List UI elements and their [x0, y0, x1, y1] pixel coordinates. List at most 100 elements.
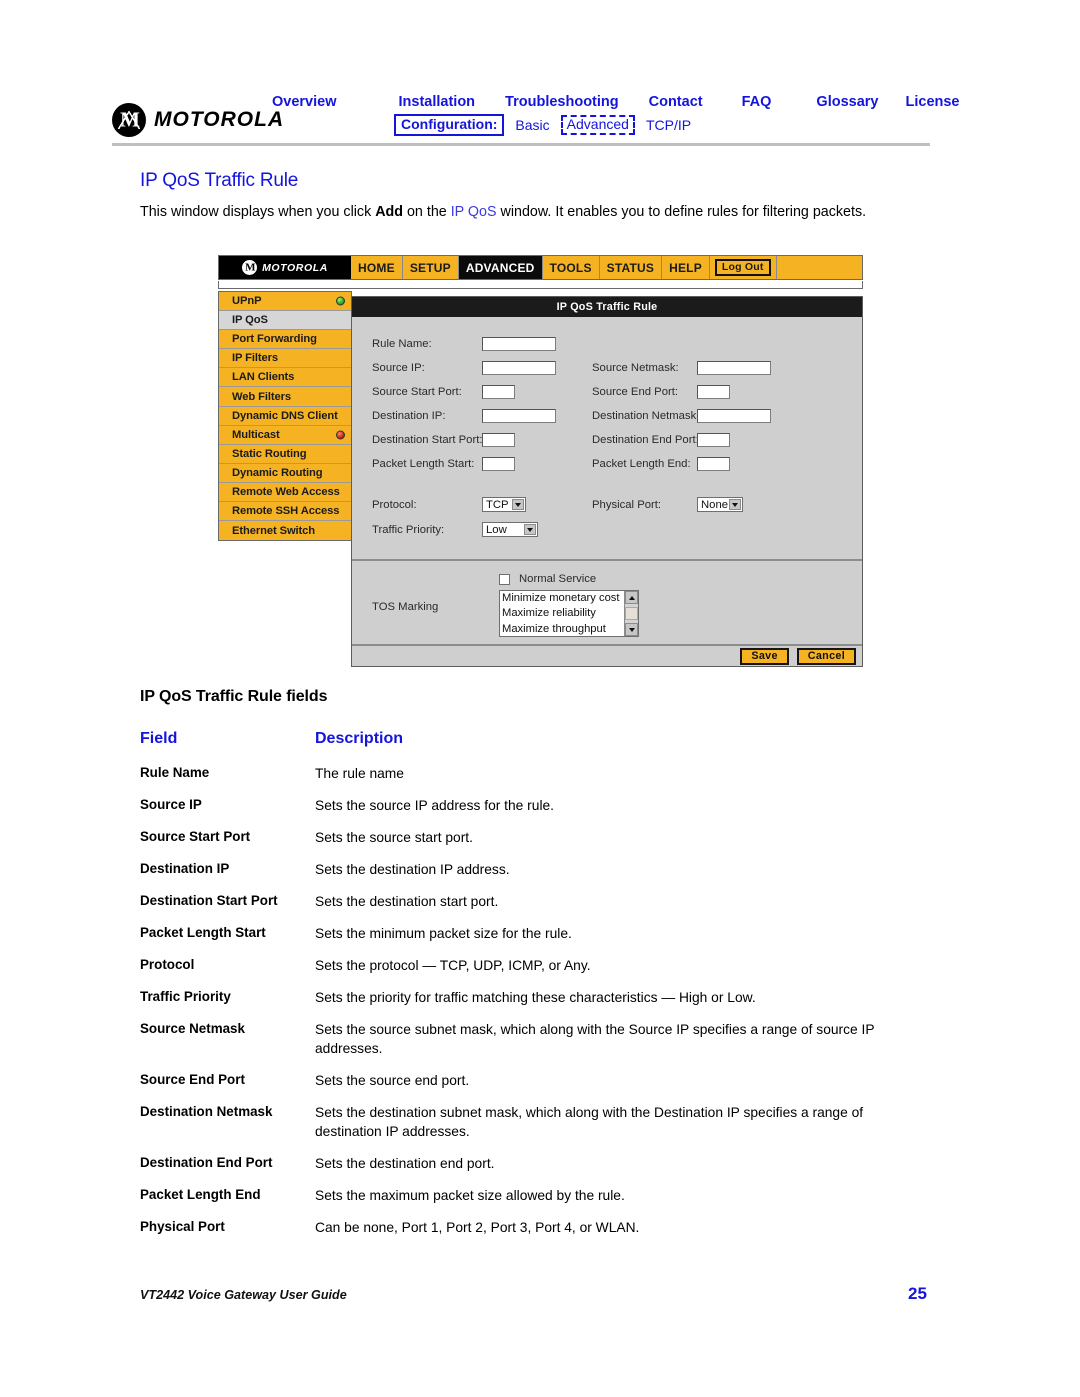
chevron-down-icon[interactable]: [524, 524, 536, 535]
table-cell-description: Sets the source start port.: [315, 830, 473, 845]
field-packet-length-end: Packet Length End:: [592, 457, 730, 471]
list-item[interactable]: Maximize reliability: [500, 606, 638, 621]
nav-item-installation[interactable]: Installation: [399, 94, 476, 110]
field-label: Destination IP:: [372, 410, 446, 422]
table-cell-field: Source Start Port: [140, 829, 251, 844]
router-top-bar: M MOTOROLA HOME SETUP ADVANCED TOOLS STATUS H…: [218, 255, 863, 280]
sidebar-item-ip-filters[interactable]: IP Filters: [219, 349, 351, 369]
sidebar-item-label: Dynamic Routing: [232, 466, 323, 479]
nav-item-basic[interactable]: Basic: [515, 117, 549, 133]
chevron-down-icon[interactable]: [729, 499, 741, 510]
sidebar-item-web-filters[interactable]: Web Filters: [219, 387, 351, 407]
list-item[interactable]: Minimize monetary cost: [500, 591, 638, 606]
motorola-logo: M MOTOROLA: [112, 103, 284, 137]
table-row: Source Start Port Sets the source start p…: [140, 828, 930, 847]
nav-item-faq[interactable]: FAQ: [742, 94, 772, 110]
sidebar-item-dynamic-dns-client[interactable]: Dynamic DNS Client: [219, 407, 351, 426]
protocol-value: TCP: [486, 498, 509, 511]
destination-ip-input[interactable]: [482, 409, 556, 423]
nav-configuration-label[interactable]: Configuration:: [394, 114, 505, 137]
table-cell-description: Sets the priority for traffic matching t…: [315, 990, 756, 1005]
router-menu-tools[interactable]: TOOLS: [543, 256, 600, 279]
tos-options-listbox[interactable]: Minimize monetary cost Maximize reliabil…: [499, 590, 639, 637]
logout-button[interactable]: Log Out: [714, 259, 771, 276]
physical-port-value: None: [701, 498, 729, 511]
nav-item-contact[interactable]: Contact: [649, 94, 703, 110]
nav-item-tcpip[interactable]: TCP/IP: [646, 117, 691, 133]
router-menu-status[interactable]: STATUS: [600, 256, 663, 279]
footer-document-title: VT2442 Voice Gateway User Guide: [140, 1288, 347, 1302]
document-header: M MOTOROLA Overview Installation Troublesh…: [0, 0, 1080, 150]
nav-item-advanced[interactable]: Advanced: [560, 115, 635, 136]
router-brand: M MOTOROLA: [219, 256, 351, 279]
router-menu-help[interactable]: HELP: [662, 256, 710, 279]
protocol-select[interactable]: TCP: [482, 497, 526, 512]
rule-name-input[interactable]: [482, 337, 556, 351]
listbox-scrollbar[interactable]: [624, 591, 638, 636]
table-header-row: Field Description: [140, 730, 930, 748]
intro-link-ipqos[interactable]: IP QoS: [451, 204, 497, 220]
field-source-start-port: Source Start Port:: [372, 385, 515, 399]
table-cell-field: Source IP: [140, 797, 202, 812]
status-led-red-icon: [336, 430, 345, 440]
sidebar-item-remote-web-access[interactable]: Remote Web Access: [219, 483, 351, 503]
sidebar-item-ip-qos[interactable]: IP QoS: [219, 311, 351, 331]
destination-start-port-input[interactable]: [482, 433, 515, 447]
nav-item-license[interactable]: License: [906, 94, 960, 110]
intro-text-2: on the: [403, 204, 451, 220]
destination-end-port-input[interactable]: [697, 433, 730, 447]
table-cell-description: The rule name: [315, 766, 404, 781]
field-label: Traffic Priority:: [372, 523, 445, 536]
sidebar-item-upnp[interactable]: UPnP: [219, 292, 351, 312]
sidebar-item-label: Remote Web Access: [232, 485, 340, 498]
chevron-down-icon[interactable]: [512, 499, 524, 510]
field-label: Source End Port:: [592, 386, 679, 398]
source-netmask-input[interactable]: [697, 361, 771, 375]
source-start-port-input[interactable]: [482, 385, 515, 399]
column-header-description: Description: [315, 730, 404, 747]
nav-item-overview[interactable]: Overview: [272, 94, 337, 110]
table-cell-field: Destination Netmask: [140, 1104, 273, 1119]
traffic-priority-select[interactable]: Low: [482, 522, 538, 537]
table-row: Protocol Sets the protocol — TCP, UDP, IC…: [140, 956, 930, 975]
table-cell-field: Destination IP: [140, 861, 230, 876]
scroll-up-icon[interactable]: [625, 591, 638, 604]
table-row: Destination End Port Sets the destination…: [140, 1154, 930, 1173]
table-cell-field: Physical Port: [140, 1219, 225, 1234]
packet-length-start-input[interactable]: [482, 457, 515, 471]
table-cell-field: Packet Length End: [140, 1187, 261, 1202]
cancel-button[interactable]: Cancel: [796, 648, 856, 665]
intro-text-1: This window displays when you click: [140, 204, 376, 220]
source-ip-input[interactable]: [482, 361, 556, 375]
router-menu-advanced[interactable]: ADVANCED: [458, 256, 543, 279]
normal-service-checkbox[interactable]: [499, 573, 510, 585]
scroll-down-icon[interactable]: [625, 623, 638, 636]
sidebar-item-multicast[interactable]: Multicast: [219, 426, 351, 445]
nav-item-glossary[interactable]: Glossary: [816, 94, 878, 110]
nav-item-troubleshooting[interactable]: Troubleshooting: [505, 94, 619, 110]
table-cell-description: Sets the source subnet mask, which along…: [315, 1022, 875, 1056]
sidebar-item-remote-ssh-access[interactable]: Remote SSH Access: [219, 502, 351, 522]
packet-length-end-input[interactable]: [697, 457, 730, 471]
save-button[interactable]: Save: [740, 648, 789, 665]
field-destination-start-port: Destination Start Port:: [372, 433, 515, 447]
scrollbar-thumb[interactable]: [625, 607, 638, 620]
sidebar-item-lan-clients[interactable]: LAN Clients: [219, 368, 351, 388]
traffic-priority-value: Low: [486, 523, 507, 536]
router-menu-home[interactable]: HOME: [351, 256, 403, 279]
table-cell-field: Source End Port: [140, 1072, 245, 1087]
sidebar-item-port-forwarding[interactable]: Port Forwarding: [219, 330, 351, 350]
normal-service-label: Normal Service: [519, 573, 597, 585]
destination-netmask-input[interactable]: [697, 409, 771, 423]
field-label: Physical Port:: [592, 498, 662, 511]
sidebar-item-dynamic-routing[interactable]: Dynamic Routing: [219, 464, 351, 483]
table-row: Source Netmask Sets the source subnet mas…: [140, 1020, 930, 1058]
source-end-port-input[interactable]: [697, 385, 730, 399]
list-item[interactable]: Maximize throughput: [500, 622, 638, 636]
field-packet-length-start: Packet Length Start:: [372, 457, 515, 471]
sidebar-item-static-routing[interactable]: Static Routing: [219, 445, 351, 464]
field-rule-name: Rule Name:: [372, 337, 556, 351]
sidebar-item-ethernet-switch[interactable]: Ethernet Switch: [219, 521, 351, 540]
physical-port-select[interactable]: None: [697, 497, 743, 512]
router-menu-setup[interactable]: SETUP: [403, 256, 459, 279]
